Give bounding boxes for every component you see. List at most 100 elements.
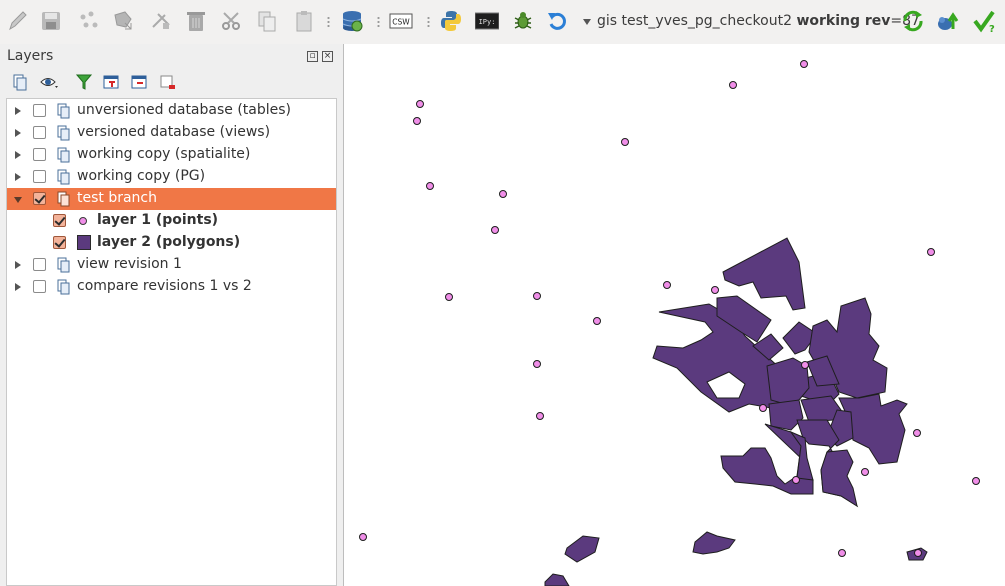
- main-toolbar: CSW IPy: gis test_yves_pg_checkout2 work…: [0, 0, 1005, 44]
- layer-group-icon: [55, 279, 71, 295]
- python-console-icon[interactable]: [438, 8, 464, 34]
- layer-visibility-checkbox[interactable]: [33, 280, 46, 293]
- layer-tree-row[interactable]: working copy (PG): [7, 166, 336, 188]
- layer-tree-label: unversioned database (tables): [77, 102, 292, 118]
- point-feature: [759, 404, 767, 412]
- point-feature: [838, 549, 846, 557]
- database-icon[interactable]: [339, 8, 365, 34]
- map-layers: [359, 60, 980, 586]
- point-feature: [426, 182, 434, 190]
- polygon-feature: [820, 449, 858, 508]
- layer-tree[interactable]: unversioned database (tables) versioned …: [6, 98, 337, 586]
- expand-arrow-icon[interactable]: [15, 173, 21, 181]
- layer-visibility-checkbox[interactable]: [33, 170, 46, 183]
- remove-layer-icon[interactable]: [157, 72, 177, 92]
- close-panel-icon[interactable]: ×: [322, 51, 333, 62]
- point-symbol-icon: [79, 217, 87, 225]
- polygon-feature: [564, 535, 600, 563]
- filter-legend-icon[interactable]: [74, 72, 94, 92]
- point-feature: [792, 476, 800, 484]
- layer-visibility-checkbox[interactable]: [33, 104, 46, 117]
- bug-icon[interactable]: [510, 8, 536, 34]
- layer-tree-row[interactable]: compare revisions 1 vs 2: [7, 276, 336, 298]
- layer-tree-label: test branch: [77, 190, 158, 206]
- layer-tree-row-selected[interactable]: test branch: [7, 188, 336, 210]
- point-feature: [359, 533, 367, 541]
- point-feature: [621, 138, 629, 146]
- layer-visibility-checkbox[interactable]: [33, 258, 46, 271]
- copy-features-icon[interactable]: [254, 8, 280, 34]
- expand-all-icon[interactable]: [101, 72, 121, 92]
- branch-dropdown-icon[interactable]: [583, 19, 591, 25]
- collapse-arrow-icon[interactable]: [14, 197, 22, 203]
- layer-tree-row[interactable]: working copy (spatialite): [7, 144, 336, 166]
- panel-splitter[interactable]: [337, 44, 342, 586]
- polygon-feature: [768, 399, 804, 431]
- point-feature: [533, 360, 541, 368]
- save-edits-icon[interactable]: [38, 8, 64, 34]
- point-feature: [914, 549, 922, 557]
- collapse-all-icon[interactable]: [129, 72, 149, 92]
- add-group-icon[interactable]: [10, 72, 30, 92]
- move-feature-icon[interactable]: [110, 8, 136, 34]
- expand-arrow-icon[interactable]: [15, 151, 21, 159]
- layer-group-icon: [55, 147, 71, 163]
- svg-text:CSW: CSW: [392, 18, 410, 27]
- layers-toolbar: [0, 70, 342, 96]
- layer-tree-label: working copy (spatialite): [77, 146, 251, 162]
- toggle-editing-icon[interactable]: [4, 8, 30, 34]
- float-panel-icon[interactable]: ▫: [307, 51, 318, 62]
- point-feature: [927, 248, 935, 256]
- layers-panel: Layers ▫ × unversioned database (tables): [0, 44, 342, 586]
- undo-icon[interactable]: [545, 8, 571, 34]
- point-feature: [913, 429, 921, 437]
- point-feature: [416, 100, 424, 108]
- point-feature: [499, 190, 507, 198]
- point-feature: [801, 361, 809, 369]
- expand-arrow-icon[interactable]: [15, 283, 21, 291]
- layer-tree-label: layer 1 (points): [97, 212, 219, 228]
- point-feature: [413, 117, 421, 125]
- layer-tree-label: layer 2 (polygons): [97, 234, 241, 250]
- check-icon[interactable]: ?: [971, 8, 997, 34]
- point-feature: [711, 286, 719, 294]
- layer-tree-row[interactable]: versioned database (views): [7, 122, 336, 144]
- layer-tree-row[interactable]: layer 1 (points): [7, 210, 336, 232]
- layer-group-icon: [55, 191, 71, 207]
- layer-visibility-checkbox[interactable]: [33, 126, 46, 139]
- point-feature: [593, 317, 601, 325]
- commit-icon[interactable]: [935, 8, 961, 34]
- visibility-icon[interactable]: [40, 72, 60, 92]
- delete-selected-icon[interactable]: [183, 8, 209, 34]
- expand-arrow-icon[interactable]: [15, 261, 21, 269]
- expand-arrow-icon[interactable]: [15, 129, 21, 137]
- add-feature-icon[interactable]: [76, 8, 102, 34]
- layer-visibility-checkbox[interactable]: [33, 148, 46, 161]
- layer-group-icon: [55, 125, 71, 141]
- polygon-symbol-icon: [77, 235, 91, 250]
- map-canvas[interactable]: [343, 44, 1005, 586]
- layer-tree-row[interactable]: layer 2 (polygons): [7, 232, 336, 254]
- point-feature: [972, 477, 980, 485]
- layer-group-icon: [55, 257, 71, 273]
- paste-features-icon[interactable]: [291, 8, 317, 34]
- layer-visibility-checkbox[interactable]: [53, 236, 66, 249]
- polygons-layer: [544, 237, 928, 586]
- point-feature: [729, 81, 737, 89]
- layer-tree-row[interactable]: unversioned database (tables): [7, 100, 336, 122]
- layer-tree-row[interactable]: view revision 1: [7, 254, 336, 276]
- layer-visibility-checkbox[interactable]: [53, 214, 66, 227]
- csw-icon[interactable]: CSW: [388, 8, 414, 34]
- point-feature: [533, 292, 541, 300]
- update-icon[interactable]: [900, 8, 926, 34]
- node-tool-icon[interactable]: [148, 8, 174, 34]
- point-feature: [445, 293, 453, 301]
- polygon-feature: [544, 573, 570, 586]
- expand-arrow-icon[interactable]: [15, 107, 21, 115]
- point-feature: [663, 281, 671, 289]
- polygon-feature: [692, 531, 736, 555]
- ipython-console-icon[interactable]: IPy:: [474, 8, 500, 34]
- cut-features-icon[interactable]: [219, 8, 245, 34]
- layer-visibility-checkbox[interactable]: [33, 192, 46, 205]
- layer-group-icon: [55, 103, 71, 119]
